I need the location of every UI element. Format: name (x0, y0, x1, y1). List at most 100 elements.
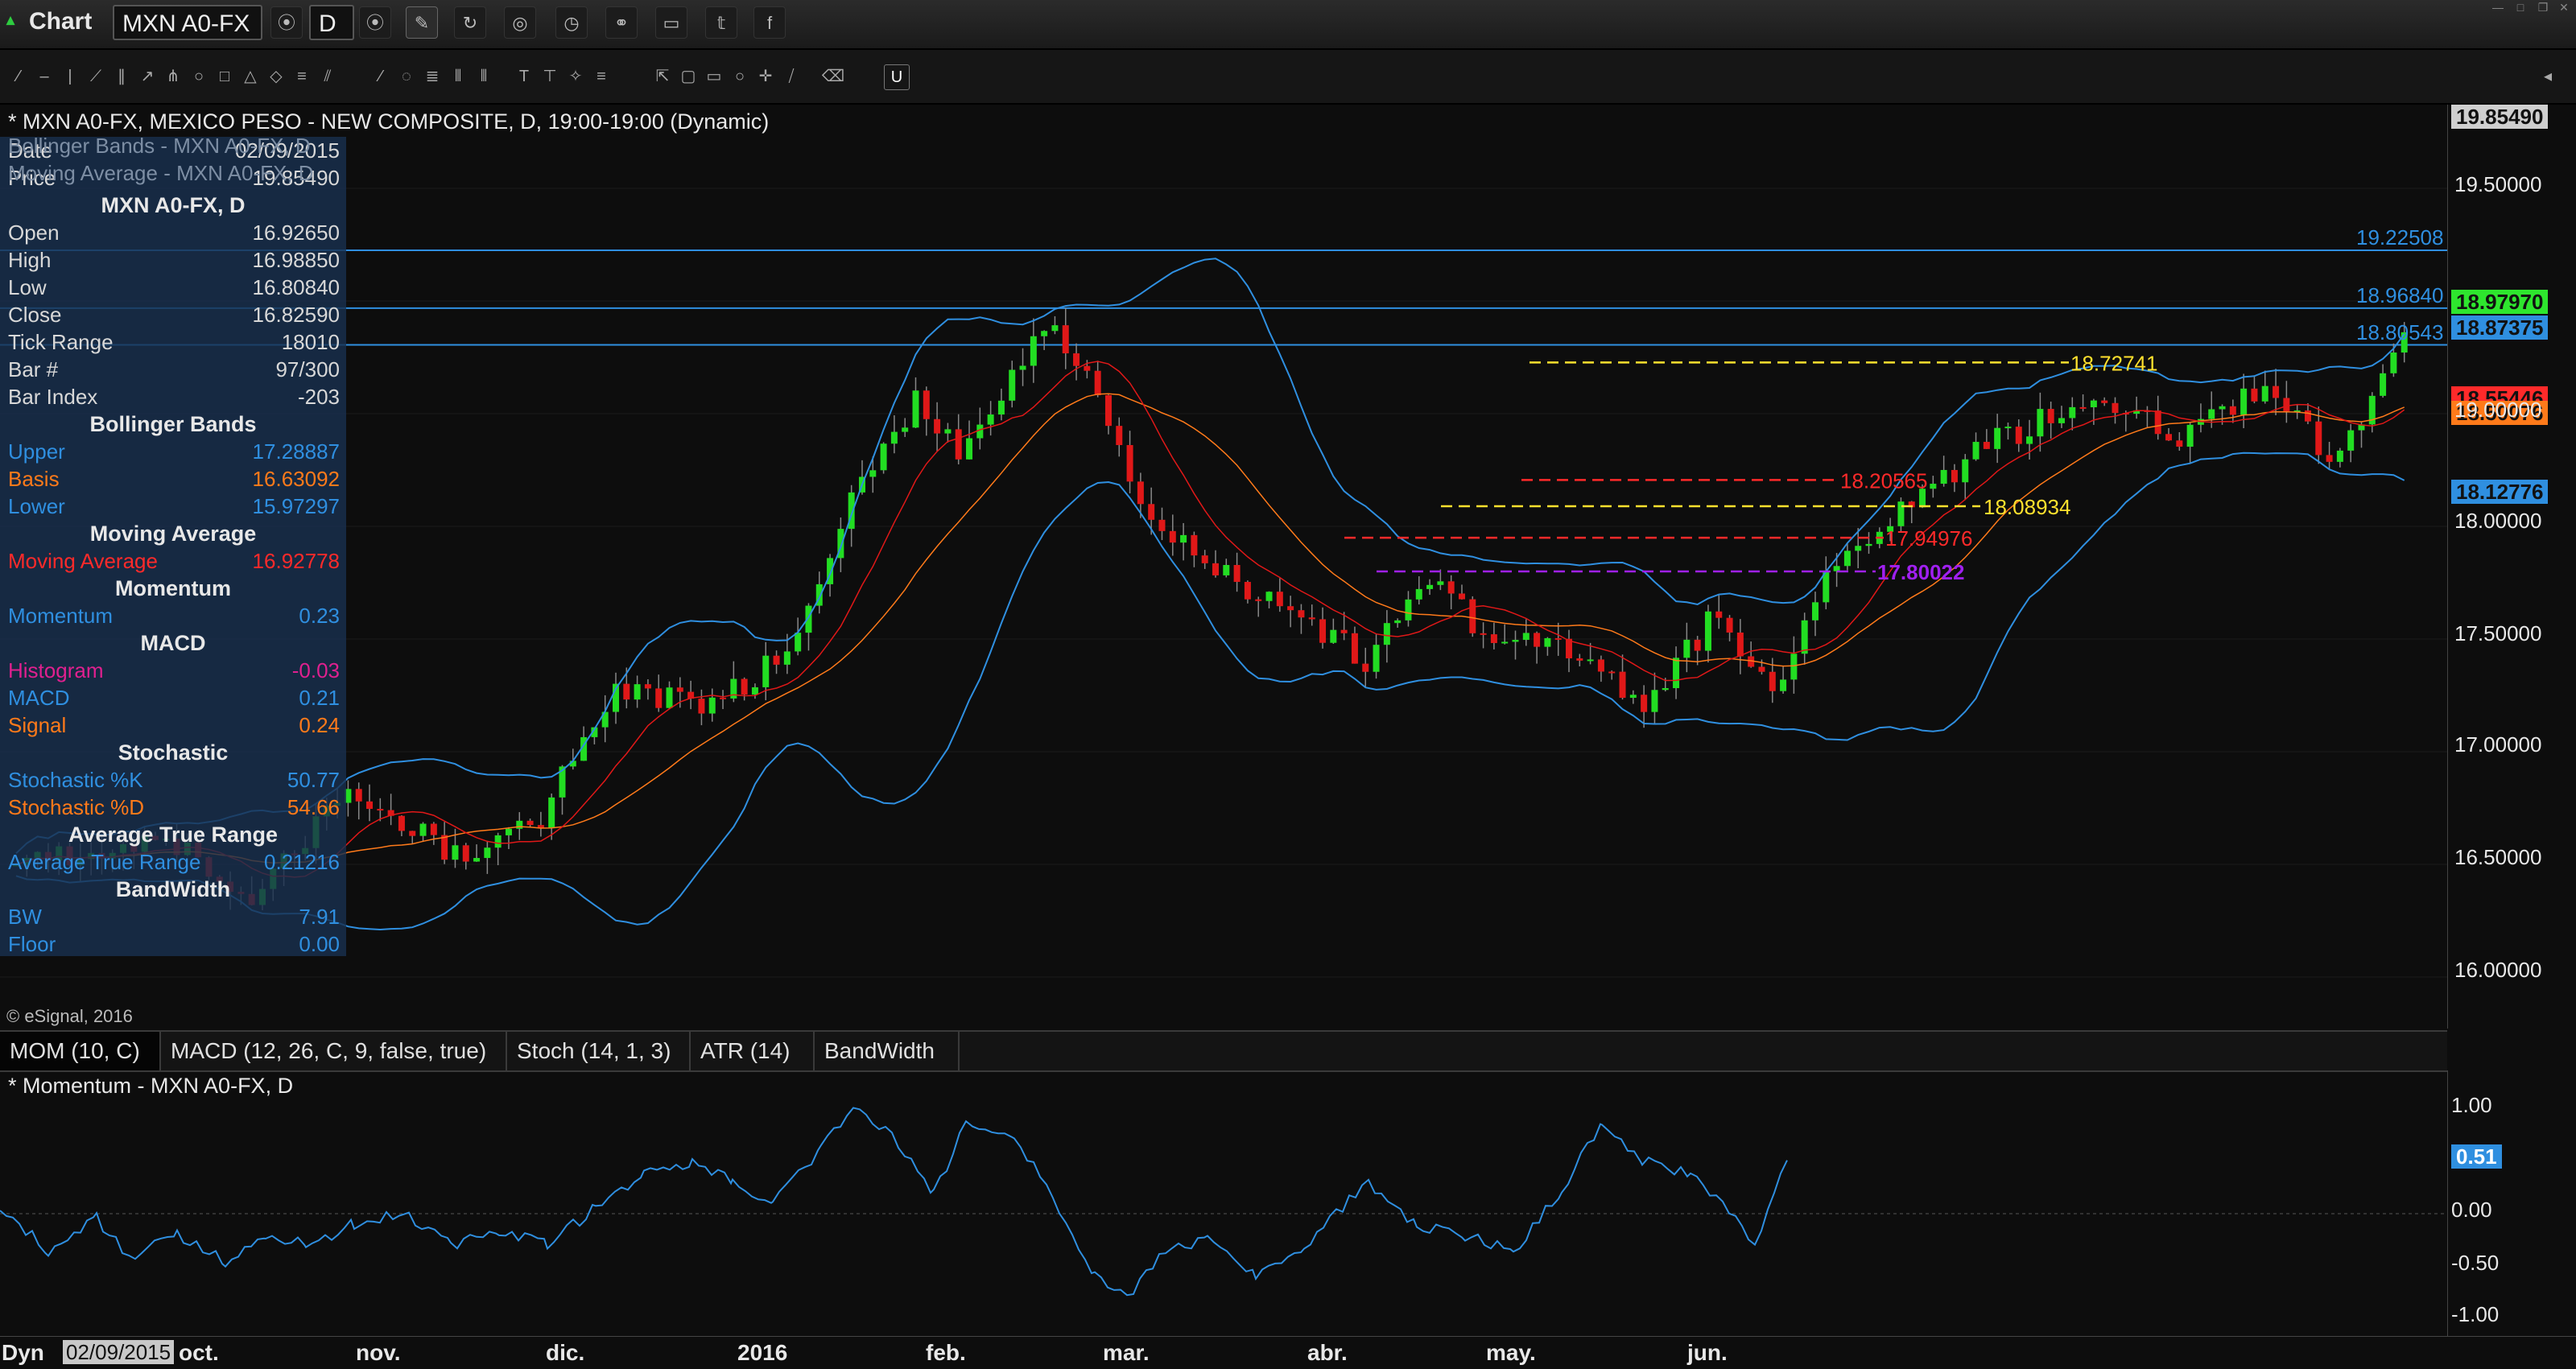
fib-fan-tool-icon[interactable]: ⫽ (316, 64, 340, 89)
candle-body (869, 470, 877, 477)
candle-body (623, 683, 630, 700)
candle-body (1694, 639, 1701, 651)
tab-atr[interactable]: ATR (14) (691, 1032, 815, 1070)
polygon-tool-icon[interactable]: ◇ (264, 64, 288, 89)
momentum-axis[interactable]: 1.00 0.51 0.00 -0.50 -1.00 (2447, 1070, 2576, 1336)
price-axis-label: 16.00000 (2454, 958, 2542, 982)
pitchfork-tool-icon[interactable]: ⋔ (161, 64, 185, 89)
facebook-icon[interactable]: f (753, 6, 786, 39)
esignal-logo-icon: ▴ (6, 11, 15, 29)
twitter-icon[interactable]: 𝕥 (705, 6, 737, 39)
candle-body (1501, 641, 1509, 644)
candle-body (708, 697, 716, 714)
candle-body (1490, 634, 1497, 643)
interval-input[interactable]: D · (309, 5, 354, 73)
magnet-u-icon[interactable]: U (884, 64, 910, 90)
toolbar-collapse-icon[interactable]: ◂ (2536, 64, 2560, 89)
text-tool-icon[interactable]: T (512, 64, 536, 89)
interval-link-icon[interactable]: ⦿ (359, 6, 391, 39)
tab-mom[interactable]: MOM (10, C) (0, 1032, 161, 1070)
date-axis[interactable]: Dyn 02/09/2015 oct. nov. dic. 2016 feb. … (0, 1336, 2576, 1369)
info-value: 7.91 (299, 905, 340, 929)
eraser-icon[interactable]: ⌫ (821, 64, 845, 89)
measure-tool-icon[interactable]: ⧸ (779, 64, 803, 89)
info-row: Stochastic %D 54.66 (0, 794, 346, 821)
box-tool-icon[interactable]: ▭ (702, 64, 726, 89)
bollinger-upper-line (15, 258, 2405, 855)
info-value: 0.21 (299, 686, 340, 710)
candle-body (1084, 365, 1091, 371)
arrow-tool-icon[interactable]: ↗ (135, 64, 159, 89)
tab-stoch[interactable]: Stoch (14, 1, 3) (507, 1032, 691, 1070)
candle-body (1394, 620, 1402, 624)
candle-body (1104, 395, 1112, 427)
candle-body (441, 835, 448, 860)
copyright-text: © eSignal, 2016 (6, 1006, 133, 1026)
chain-link-icon[interactable]: ⚭ (605, 6, 638, 39)
candle-body (1554, 637, 1562, 640)
info-label: Basis (8, 467, 60, 491)
refresh-icon[interactable]: ↻ (454, 6, 486, 39)
comment-icon[interactable]: ▭ (655, 6, 687, 39)
candle-body (1522, 633, 1530, 641)
regression-tool-icon[interactable]: ≣ (420, 64, 444, 89)
fibonacci-tool-icon[interactable]: ≡ (290, 64, 314, 89)
window-title: Chart (29, 8, 93, 35)
note-tool-icon[interactable]: ≡ (589, 64, 613, 89)
channel-tool-icon[interactable]: ∥ (109, 64, 134, 89)
date-label: dic. (546, 1340, 585, 1365)
price-axis-label: 17.00000 (2454, 732, 2542, 757)
candle-body (966, 438, 973, 460)
select-tool-icon[interactable]: ▢ (676, 64, 700, 89)
target-icon[interactable]: ◎ (504, 6, 536, 39)
gann-tool-icon[interactable]: ⁄ (369, 64, 393, 89)
price-chart-pane[interactable]: 18.72741 18.20565 18.08934 17.94976 17.80022 (0, 105, 2447, 1029)
candle-body (783, 651, 791, 665)
cycle-tool-icon[interactable]: ◌ (394, 64, 419, 89)
link-icon[interactable]: ⦿ (270, 6, 303, 39)
draw-pencil-icon[interactable]: ✎ (406, 6, 438, 39)
price-tag-last-close: 18.97970 (2451, 290, 2549, 314)
close-icon[interactable]: ✕ (2553, 0, 2574, 14)
price-chart-svg: 18.72741 18.20565 18.08934 17.94976 17.80022 (0, 188, 2447, 978)
candle-body (1983, 442, 1990, 449)
symbol-input[interactable]: MXN A0-FX · (113, 5, 262, 73)
circle-tool-icon[interactable]: ○ (728, 64, 752, 89)
candle-body (912, 390, 919, 428)
momentum-pane[interactable] (0, 1070, 2447, 1336)
candle-body (1169, 530, 1176, 543)
info-value: 0.23 (299, 604, 340, 628)
restore-icon[interactable]: ❐ (2533, 0, 2553, 14)
candle-body (1373, 645, 1380, 672)
rectangle-tool-icon[interactable]: □ (213, 64, 237, 89)
info-row: Close 16.82590 (0, 301, 346, 328)
clock-icon[interactable]: ◷ (555, 6, 588, 39)
candle-body (2219, 406, 2226, 410)
trendline-tool-icon[interactable]: ⁄ (6, 64, 31, 89)
vertical-line-tool-icon[interactable]: | (58, 64, 82, 89)
price-axis[interactable]: 19.85490 19.50000 19.22508 18.96840 18.9… (2356, 105, 2576, 1029)
minimize-icon[interactable]: — (2487, 0, 2508, 14)
info-row: MACD 0.21 (0, 684, 346, 711)
triangle-tool-icon[interactable]: △ (238, 64, 262, 89)
cursor-tool-icon[interactable]: ⇱ (650, 64, 675, 89)
ellipse-tool-icon[interactable]: ○ (187, 64, 211, 89)
candle-body (526, 820, 534, 826)
candle-body (1736, 632, 1744, 657)
price-label-tool-icon[interactable]: ⊤ (538, 64, 562, 89)
speed-lines-tool-icon[interactable]: ⫴ (472, 64, 496, 89)
candle-body (1801, 620, 1808, 654)
andrews-tool-icon[interactable]: ⦀ (446, 64, 470, 89)
maximize-icon[interactable]: □ (2510, 0, 2531, 14)
symbol-tool-icon[interactable]: ✧ (564, 64, 588, 89)
info-label: High (8, 248, 52, 272)
info-value: 54.66 (287, 795, 340, 819)
tab-bandwidth[interactable]: BandWidth (815, 1032, 960, 1070)
info-section-header: Momentum (115, 576, 231, 600)
ray-tool-icon[interactable]: ⟋ (84, 64, 108, 89)
tab-macd[interactable]: MACD (12, 26, C, 9, false, true) (161, 1032, 507, 1070)
horizontal-line-tool-icon[interactable]: – (32, 64, 56, 89)
crosshair-tool-icon[interactable]: ✛ (753, 64, 778, 89)
candle-body (1812, 602, 1818, 621)
bollinger-basis-line (15, 393, 2405, 866)
